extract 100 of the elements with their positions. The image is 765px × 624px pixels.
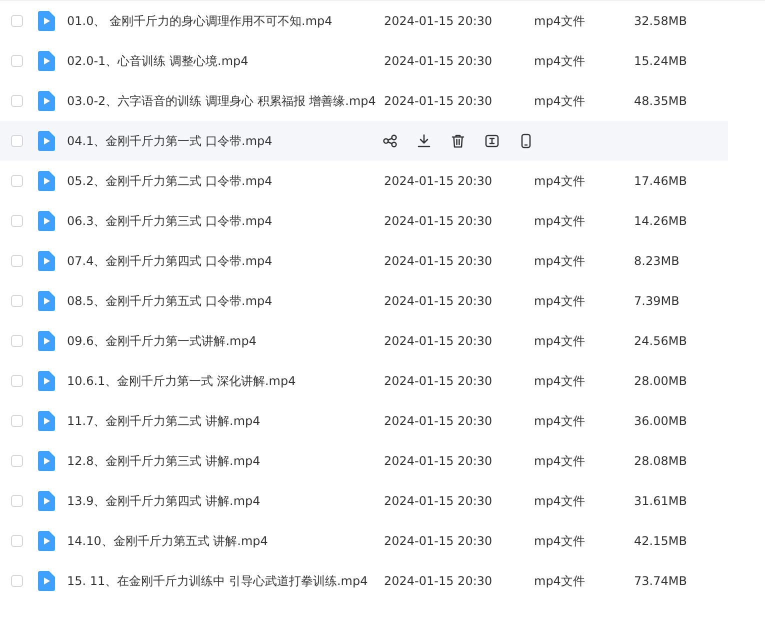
file-name[interactable]: 09.6、金刚千斤力第一式讲解.mp4 [67, 332, 384, 350]
video-file-icon [38, 491, 55, 511]
share-icon[interactable] [382, 133, 398, 149]
file-name[interactable]: 14.10、金刚千斤力第五式 讲解.mp4 [67, 532, 384, 550]
file-size: 42.15MB [634, 534, 688, 548]
checkbox[interactable] [11, 135, 23, 147]
modified-date: 2024-01-15 20:30 [384, 214, 494, 228]
file-name[interactable]: 12.8、金刚千斤力第三式 讲解.mp4 [67, 452, 384, 470]
video-file-icon [38, 51, 55, 71]
file-size: 15.24MB [634, 54, 688, 68]
checkbox[interactable] [11, 15, 23, 27]
file-row[interactable]: 02.0-1、心音训练 调整心境.mp4 2024-01-15 20:30 mp4文件 15.24MB [0, 41, 728, 81]
modified-date: 2024-01-15 20:30 [384, 14, 494, 28]
video-file-icon [38, 91, 55, 111]
video-file-icon [38, 291, 55, 311]
checkbox[interactable] [11, 335, 23, 347]
modified-date: 2024-01-15 20:30 [384, 574, 494, 588]
file-row[interactable]: 07.4、金刚千斤力第四式 口令带.mp4 2024-01-15 20:30 mp4文件 8.23MB [0, 241, 728, 281]
video-file-icon [38, 571, 55, 591]
file-size: 36.00MB [634, 414, 688, 428]
file-size: 32.58MB [634, 14, 688, 28]
video-file-icon [38, 531, 55, 551]
file-name[interactable]: 07.4、金刚千斤力第四式 口令带.mp4 [67, 252, 384, 270]
file-size: 31.61MB [634, 494, 688, 508]
checkbox[interactable] [11, 495, 23, 507]
modified-date: 2024-01-15 20:30 [384, 254, 494, 268]
file-name[interactable]: 10.6.1、金刚千斤力第一式 深化讲解.mp4 [67, 372, 384, 390]
file-row[interactable]: 06.3、金刚千斤力第三式 口令带.mp4 2024-01-15 20:30 mp4文件 14.26MB [0, 201, 728, 241]
file-type: mp4文件 [534, 332, 586, 350]
trash-icon[interactable] [450, 133, 466, 149]
file-row[interactable]: 09.6、金刚千斤力第一式讲解.mp4 2024-01-15 20:30 mp4文件 24.56MB [0, 321, 728, 361]
checkbox[interactable] [11, 175, 23, 187]
file-type: mp4文件 [534, 292, 586, 310]
checkbox[interactable] [11, 255, 23, 267]
file-size: 28.00MB [634, 374, 688, 388]
file-size: 28.08MB [634, 454, 688, 468]
video-file-icon [38, 131, 55, 151]
modified-date: 2024-01-15 20:30 [384, 94, 494, 108]
modified-date: 2024-01-15 20:30 [384, 374, 494, 388]
file-size: 48.35MB [634, 94, 688, 108]
file-row[interactable]: 03.0-2、六字语音的训练 调理身心 积累福报 增善缘.mp4 2024-01-15 20:30 mp4文件 48.35MB [0, 81, 728, 121]
file-row[interactable]: 11.7、金刚千斤力第二式 讲解.mp4 2024-01-15 20:30 mp4文件 36.00MB [0, 401, 728, 441]
file-row[interactable]: 04.1、金刚千斤力第一式 口令带.mp4 [0, 121, 728, 161]
file-type: mp4文件 [534, 172, 586, 190]
checkbox[interactable] [11, 215, 23, 227]
checkbox[interactable] [11, 455, 23, 467]
checkbox[interactable] [11, 415, 23, 427]
modified-date: 2024-01-15 20:30 [384, 414, 494, 428]
file-type: mp4文件 [534, 572, 586, 590]
file-name[interactable]: 01.0、 金刚千斤力的身心调理作用不可不知.mp4 [67, 12, 384, 30]
file-size: 7.39MB [634, 294, 680, 308]
modified-date: 2024-01-15 20:30 [384, 294, 494, 308]
video-file-icon [38, 171, 55, 191]
file-row[interactable]: 01.0、 金刚千斤力的身心调理作用不可不知.mp4 2024-01-15 20:30 mp4文件 32.58MB [0, 1, 728, 41]
file-name[interactable]: 08.5、金刚千斤力第五式 口令带.mp4 [67, 292, 384, 310]
file-type: mp4文件 [534, 492, 586, 510]
file-row[interactable]: 08.5、金刚千斤力第五式 口令带.mp4 2024-01-15 20:30 mp4文件 7.39MB [0, 281, 728, 321]
video-file-icon [38, 371, 55, 391]
file-row[interactable]: 10.6.1、金刚千斤力第一式 深化讲解.mp4 2024-01-15 20:30 mp4文件 28.00MB [0, 361, 728, 401]
video-file-icon [38, 251, 55, 271]
checkbox[interactable] [11, 575, 23, 587]
checkbox[interactable] [11, 55, 23, 67]
checkbox[interactable] [11, 375, 23, 387]
file-type: mp4文件 [534, 92, 586, 110]
modified-date: 2024-01-15 20:30 [384, 174, 494, 188]
file-type: mp4文件 [534, 372, 586, 390]
file-type: mp4文件 [534, 12, 586, 30]
file-size: 17.46MB [634, 174, 688, 188]
video-file-icon [38, 331, 55, 351]
file-row[interactable]: 14.10、金刚千斤力第五式 讲解.mp4 2024-01-15 20:30 mp4文件 42.15MB [0, 521, 728, 561]
modified-date: 2024-01-15 20:30 [384, 534, 494, 548]
file-name[interactable]: 13.9、金刚千斤力第四式 讲解.mp4 [67, 492, 384, 510]
file-name[interactable]: 03.0-2、六字语音的训练 调理身心 积累福报 增善缘.mp4 [67, 92, 384, 110]
file-row[interactable]: 05.2、金刚千斤力第二式 口令带.mp4 2024-01-15 20:30 mp4文件 17.46MB [0, 161, 728, 201]
download-icon[interactable] [416, 133, 432, 149]
file-name[interactable]: 02.0-1、心音训练 调整心境.mp4 [67, 52, 384, 70]
file-type: mp4文件 [534, 532, 586, 550]
file-row[interactable]: 12.8、金刚千斤力第三式 讲解.mp4 2024-01-15 20:30 mp4文件 28.08MB [0, 441, 728, 481]
file-row[interactable]: 13.9、金刚千斤力第四式 讲解.mp4 2024-01-15 20:30 mp4文件 31.61MB [0, 481, 728, 521]
checkbox[interactable] [11, 295, 23, 307]
file-name[interactable]: 11.7、金刚千斤力第二式 讲解.mp4 [67, 412, 384, 430]
file-size: 73.74MB [634, 574, 688, 588]
modified-date: 2024-01-15 20:30 [384, 454, 494, 468]
text-cursor-icon[interactable] [484, 133, 500, 149]
modified-date: 2024-01-15 20:30 [384, 334, 494, 348]
file-name[interactable]: 06.3、金刚千斤力第三式 口令带.mp4 [67, 212, 384, 230]
modified-date: 2024-01-15 20:30 [384, 54, 494, 68]
video-file-icon [38, 11, 55, 31]
video-file-icon [38, 411, 55, 431]
file-size: 14.26MB [634, 214, 688, 228]
file-type: mp4文件 [534, 252, 586, 270]
file-row[interactable]: 15. 11、在金刚千斤力训练中 引导心武道打拳训练.mp4 2024-01-15 20:30 mp4文件 73.74MB [0, 561, 728, 601]
file-name[interactable]: 05.2、金刚千斤力第二式 口令带.mp4 [67, 172, 384, 190]
checkbox[interactable] [11, 95, 23, 107]
file-size: 8.23MB [634, 254, 680, 268]
checkbox[interactable] [11, 535, 23, 547]
file-name[interactable]: 15. 11、在金刚千斤力训练中 引导心武道打拳训练.mp4 [67, 572, 384, 590]
file-type: mp4文件 [534, 212, 586, 230]
file-name[interactable]: 04.1、金刚千斤力第一式 口令带.mp4 [67, 132, 384, 150]
video-file-icon [38, 451, 55, 471]
